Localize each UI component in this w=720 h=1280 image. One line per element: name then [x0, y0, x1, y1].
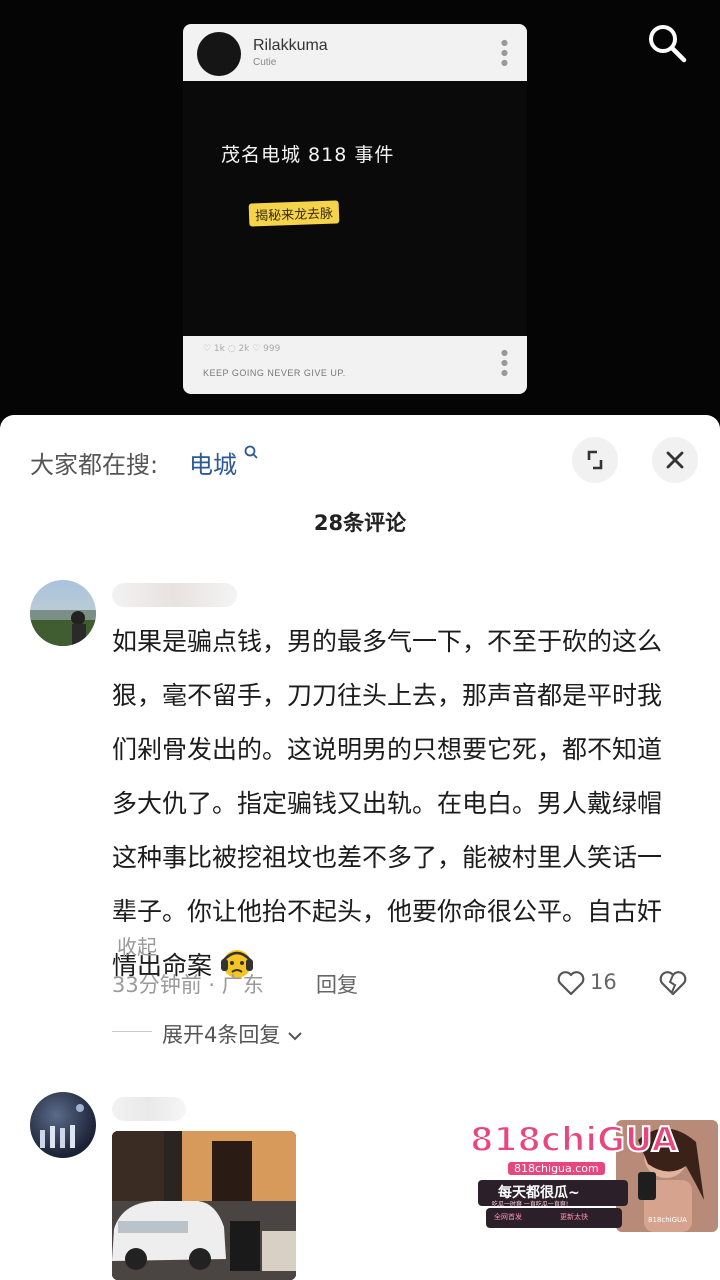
expand-replies-button[interactable]: 展开4条回复: [162, 1019, 303, 1049]
watermark-badge: 818chiGUA: [648, 1216, 687, 1224]
chevron-down-icon: [288, 1032, 302, 1041]
expand-divider: [112, 1031, 152, 1032]
comment-author-name[interactable]: [112, 1097, 186, 1121]
heart-icon[interactable]: [556, 968, 586, 998]
post-card-footer: ♡ 1k ◌ 2k ♡ 999 KEEP GOING NEVER GIVE UP…: [183, 336, 527, 394]
reply-button[interactable]: 回复: [316, 969, 358, 999]
trending-search-label: 大家都在搜:: [30, 451, 159, 479]
watermark-brand: 818chiGUA: [469, 1119, 679, 1161]
comment-text: 如果是骗点钱，男的最多气一下，不至于砍的这么狠，毫不留手，刀刀往头上去，那声音都…: [112, 627, 663, 980]
search-icon[interactable]: [646, 22, 688, 64]
comment-author-name[interactable]: [112, 583, 237, 607]
watermark-tagline: 吃瓜一时爽 一直吃瓜一直爽!: [492, 1201, 569, 1208]
post-card-header: Rilakkuma Cutie ● ● ●: [183, 24, 527, 81]
post-tag: 揭秘来龙去脉: [248, 200, 340, 227]
comment-count: 28条评论: [313, 511, 407, 535]
watermark-badge: 更新太快: [560, 1213, 588, 1221]
post-subtitle: Cutie: [253, 57, 277, 68]
close-button[interactable]: [652, 437, 698, 483]
trending-search-icon[interactable]: [244, 445, 258, 465]
more-dots-icon: ● ● ●: [501, 348, 508, 377]
close-icon: [666, 451, 684, 469]
watermark-domain: 818chigua.com: [508, 1162, 605, 1175]
more-dots-icon: ● ● ●: [501, 38, 508, 67]
post-username: Rilakkuma: [253, 37, 328, 54]
video-post-card: Rilakkuma Cutie ● ● ● 茂名电城 818 事件 揭秘来龙去脉 ♡…: [183, 24, 527, 394]
avatar[interactable]: [30, 1092, 96, 1158]
post-motto: KEEP GOING NEVER GIVE UP.: [203, 368, 346, 378]
trending-search-keyword[interactable]: 电城: [189, 445, 237, 480]
comment-image[interactable]: [112, 1131, 296, 1280]
post-stats: ♡ 1k ◌ 2k ♡ 999: [203, 344, 281, 354]
watermark-badge: 全网首发: [494, 1213, 522, 1221]
post-avatar: [197, 32, 241, 76]
comment-time-location: 33分钟前 · 广东: [112, 973, 264, 997]
video-player[interactable]: Rilakkuma Cutie ● ● ● 茂名电城 818 事件 揭秘来龙去脉 ♡…: [0, 0, 720, 430]
broken-heart-icon[interactable]: [658, 968, 688, 998]
watermark-ad[interactable]: 818chiGUA 818chigua.com 每天都很瓜~ 吃瓜一时爽 一直吃…: [468, 1119, 718, 1235]
expand-icon: [587, 450, 603, 470]
expand-button[interactable]: [572, 437, 618, 483]
post-title: 茂名电城 818 事件: [221, 144, 395, 166]
like-count: 16: [590, 970, 617, 994]
avatar[interactable]: [30, 580, 96, 646]
collapse-link[interactable]: 收起: [117, 931, 157, 960]
